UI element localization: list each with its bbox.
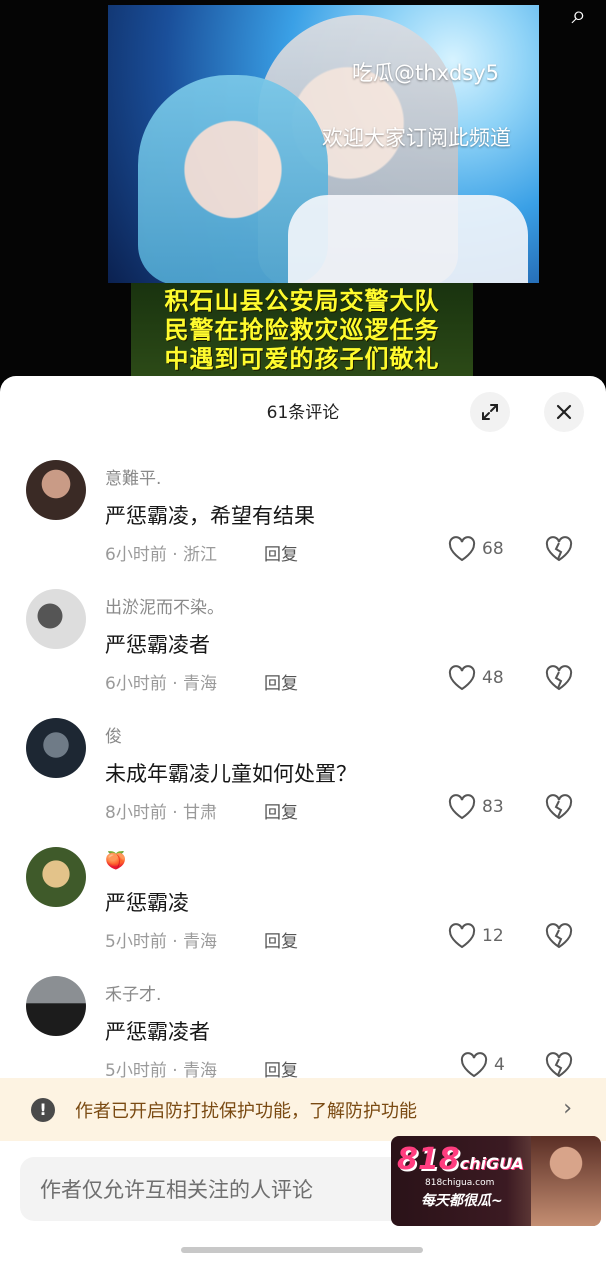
comment-list: 意難平. 严惩霸凌，希望有结果 6小时前 · 浙江 回复 68 出淤泥而不染。 … — [0, 448, 606, 1093]
broken-heart-icon — [545, 923, 573, 949]
comment-item: 禾子才. 严惩霸凌者 5小时前 · 青海 回复 4 — [0, 964, 606, 1093]
heart-icon — [448, 665, 476, 691]
protection-notice[interactable]: ! 作者已开启防打扰保护功能，了解防护功能 › — [0, 1078, 606, 1141]
heart-icon — [448, 923, 476, 949]
comment-username[interactable]: 出淤泥而不染。 — [105, 593, 224, 618]
expand-icon — [482, 404, 498, 420]
subtitle-line: 中遇到可爱的孩子们敬礼 — [164, 344, 440, 373]
avatar[interactable] — [26, 847, 86, 907]
close-button[interactable] — [544, 392, 584, 432]
ad-logo: 818chiGUA — [397, 1142, 524, 1177]
like-button[interactable]: 12 — [448, 923, 504, 949]
comment-meta: 6小时前 · 浙江 — [105, 545, 218, 565]
sheet-header: 61条评论 — [0, 376, 606, 448]
ad-image — [531, 1136, 601, 1226]
like-count: 68 — [482, 539, 504, 559]
avatar[interactable] — [26, 718, 86, 778]
broken-heart-icon — [545, 665, 573, 691]
comment-item: 意難平. 严惩霸凌，希望有结果 6小时前 · 浙江 回复 68 — [0, 448, 606, 577]
comment-meta: 6小时前 · 青海 — [105, 674, 218, 694]
close-icon — [556, 404, 572, 420]
comment-time: 5小时前 — [105, 932, 167, 952]
comment-meta: 5小时前 · 青海 — [105, 932, 218, 952]
comment-location: 浙江 — [183, 545, 218, 565]
comment-username[interactable]: 意難平. — [105, 464, 161, 489]
dislike-button[interactable] — [545, 923, 573, 949]
comment-count-title: 61条评论 — [266, 403, 340, 423]
reply-button[interactable]: 回复 — [264, 669, 298, 694]
notice-text: 作者已开启防打扰保护功能，了解防护功能 — [75, 1100, 417, 1122]
like-count: 83 — [482, 797, 504, 817]
comment-location: 甘肃 — [183, 803, 218, 823]
comment-text: 严惩霸凌者 — [105, 1020, 210, 1044]
avatar[interactable] — [26, 589, 86, 649]
home-indicator[interactable] — [181, 1247, 423, 1253]
broken-heart-icon — [545, 1052, 573, 1078]
comment-text: 严惩霸凌 — [105, 891, 189, 915]
comment-time: 6小时前 — [105, 545, 167, 565]
avatar[interactable] — [26, 460, 86, 520]
comment-text: 未成年霸凌儿童如何处置？ — [105, 762, 357, 786]
heart-icon — [448, 794, 476, 820]
broken-heart-icon — [545, 536, 573, 562]
reply-button[interactable]: 回复 — [264, 540, 298, 565]
like-button[interactable]: 48 — [448, 665, 504, 691]
chevron-right-icon: › — [563, 1096, 572, 1121]
dislike-button[interactable] — [545, 794, 573, 820]
like-count: 48 — [482, 668, 504, 688]
like-count: 4 — [494, 1055, 505, 1075]
search-icon[interactable]: ⌕ — [571, 2, 586, 28]
like-button[interactable]: 4 — [460, 1052, 505, 1078]
video-player[interactable]: 吃瓜@thxdsy5 欢迎大家订阅此频道 ⌕ 积石山县公安局交警大队 民警在抢险… — [0, 0, 606, 380]
watermark-subscribe: 欢迎大家订阅此频道 — [322, 126, 511, 150]
ad-site: 818chigua.com — [425, 1178, 495, 1188]
like-button[interactable]: 68 — [448, 536, 504, 562]
heart-icon — [460, 1052, 488, 1078]
comment-username[interactable]: 🍑 — [105, 851, 126, 871]
artwork-detail — [288, 195, 528, 283]
subtitle-line: 积石山县公安局交警大队 — [164, 286, 440, 315]
comment-username[interactable]: 禾子才. — [105, 980, 161, 1005]
broken-heart-icon — [545, 794, 573, 820]
like-button[interactable]: 83 — [448, 794, 504, 820]
ad-logo-number: 818 — [397, 1142, 460, 1177]
comment-time: 8小时前 — [105, 803, 167, 823]
comment-time: 6小时前 — [105, 674, 167, 694]
reply-button[interactable]: 回复 — [264, 798, 298, 823]
expand-button[interactable] — [470, 392, 510, 432]
reply-button[interactable]: 回复 — [264, 927, 298, 952]
avatar[interactable] — [26, 976, 86, 1036]
video-frame: 吃瓜@thxdsy5 欢迎大家订阅此频道 — [108, 5, 539, 283]
comment-text: 严惩霸凌，希望有结果 — [105, 504, 315, 528]
ad-logo-suffix: chiGUA — [459, 1154, 524, 1173]
dislike-button[interactable] — [545, 665, 573, 691]
comment-input[interactable]: 作者仅允许互相关注的人评论 — [20, 1157, 440, 1221]
comment-item: 出淤泥而不染。 严惩霸凌者 6小时前 · 青海 回复 48 — [0, 577, 606, 706]
heart-icon — [448, 536, 476, 562]
comment-meta: 8小时前 · 甘肃 — [105, 803, 218, 823]
ad-banner[interactable]: 818chiGUA 818chigua.com 每天都很瓜~ — [391, 1136, 601, 1226]
dislike-button[interactable] — [545, 1052, 573, 1078]
video-subtitle: 积石山县公安局交警大队 民警在抢险救灾巡逻任务 中遇到可爱的孩子们敬礼 — [131, 283, 473, 376]
subtitle-line: 民警在抢险救灾巡逻任务 — [164, 315, 440, 344]
watermark-handle: 吃瓜@thxdsy5 — [352, 61, 500, 85]
comment-location: 青海 — [183, 674, 218, 694]
ad-slogan: 每天都很瓜~ — [421, 1193, 503, 1209]
comment-username[interactable]: 俊 — [105, 722, 122, 747]
comment-item: 俊 未成年霸凌儿童如何处置？ 8小时前 · 甘肃 回复 83 — [0, 706, 606, 835]
comment-location: 青海 — [183, 932, 218, 952]
dislike-button[interactable] — [545, 536, 573, 562]
comment-item: 🍑 严惩霸凌 5小时前 · 青海 回复 12 — [0, 835, 606, 964]
exclamation-icon: ! — [31, 1097, 55, 1122]
like-count: 12 — [482, 926, 504, 946]
comment-text: 严惩霸凌者 — [105, 633, 210, 657]
